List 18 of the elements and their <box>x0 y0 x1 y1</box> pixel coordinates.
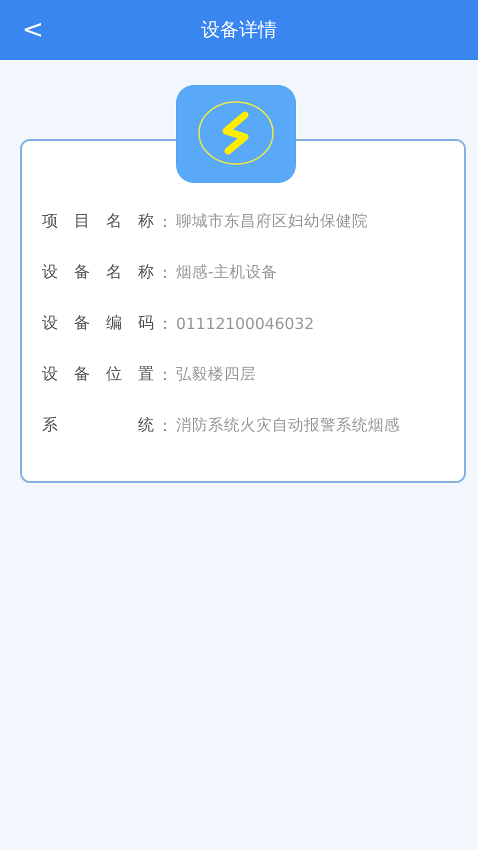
colon: : <box>161 365 169 384</box>
colon: : <box>161 212 169 231</box>
field-value: 弘毅楼四层 <box>176 364 256 385</box>
field-label: 项 目 名 称 <box>42 211 154 232</box>
field-value: 聊城市东昌府区妇幼保健院 <box>176 211 368 232</box>
page-title: 设备详情 <box>201 18 277 43</box>
field-label: 设 备 名 称 <box>42 262 154 283</box>
colon: : <box>161 314 169 333</box>
field-label: 系 统 <box>42 415 154 436</box>
field-value: 01112100046032 <box>176 314 314 332</box>
lightning-logo-icon <box>176 85 296 183</box>
colon: : <box>161 263 169 282</box>
colon: : <box>161 416 169 435</box>
field-value: 消防系统火灾自动报警系统烟感 <box>176 415 400 436</box>
field-label: 设 备 位 置 <box>42 364 154 385</box>
field-value: 烟感-主机设备 <box>176 262 278 283</box>
field-label: 设 备 编 码 <box>42 313 154 334</box>
back-button[interactable]: < <box>18 16 48 44</box>
